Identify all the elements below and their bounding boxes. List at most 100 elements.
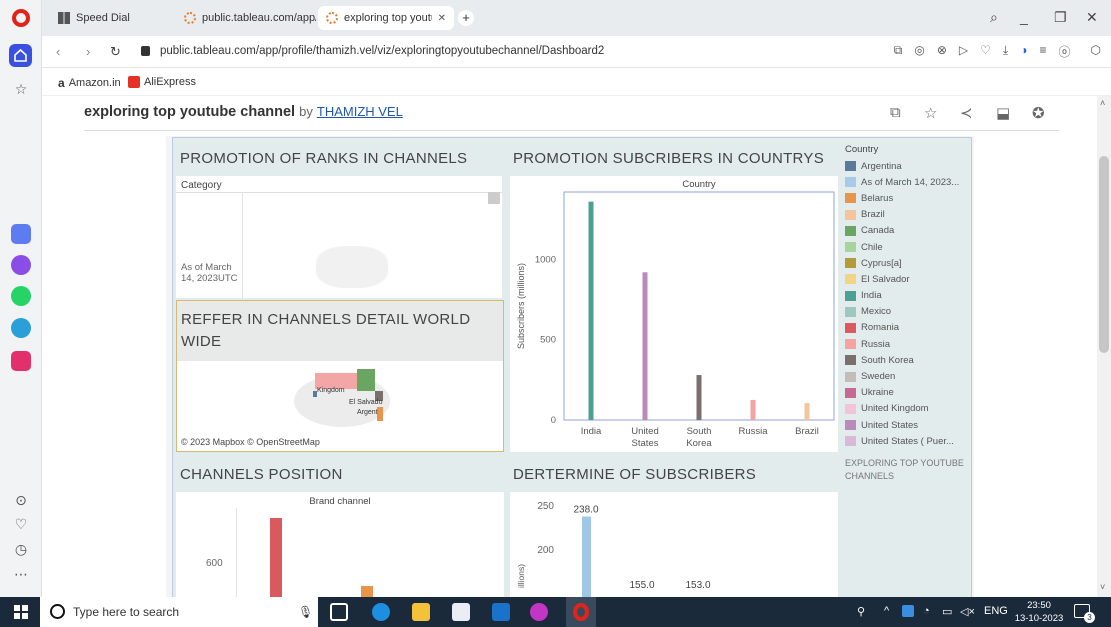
legend-item[interactable]: United Kingdom <box>845 401 971 417</box>
back-icon[interactable]: ‹ <box>56 44 60 59</box>
legend-item[interactable]: India <box>845 288 971 304</box>
tab-tableau-profile[interactable]: public.tableau.com/app/p <box>176 6 316 30</box>
legend-item[interactable]: United States <box>845 417 971 433</box>
bar[interactable] <box>588 201 594 420</box>
edge-icon[interactable] <box>372 603 390 621</box>
legend-item[interactable]: Russia <box>845 336 971 352</box>
wifi-icon[interactable]: ◔ <box>923 605 930 617</box>
tray-chevron-icon[interactable]: ^ <box>884 605 889 617</box>
app-icon[interactable] <box>530 603 548 621</box>
scroll-thumb[interactable] <box>488 192 500 204</box>
position-panel[interactable]: Brand channel 600 <box>176 492 504 597</box>
legend-item[interactable]: Sweden <box>845 368 971 384</box>
author-link[interactable]: THAMIZH VEL <box>317 104 403 119</box>
heart-icon[interactable]: ♡ <box>980 43 991 60</box>
tab-exploring-youtube[interactable]: exploring top youtube ch ✕ <box>318 6 454 30</box>
language-indicator[interactable]: ENG <box>984 605 1008 617</box>
bookmark-amazon[interactable]: a Amazon.in <box>58 76 121 90</box>
history-icon[interactable]: ◷ <box>12 540 30 558</box>
mic-icon[interactable]: 🎙 <box>298 605 313 619</box>
close-window-button[interactable]: ✕ <box>1086 9 1098 26</box>
bar[interactable] <box>642 272 648 420</box>
download-icon[interactable]: ⬓ <box>996 104 1010 122</box>
legend-item[interactable]: El Salvador <box>845 271 971 287</box>
telegram-icon[interactable] <box>11 318 31 338</box>
maximize-button[interactable]: ❐ <box>1054 9 1067 26</box>
refer-map-container[interactable]: REFFER IN CHANNELS DETAIL WORLD WIDE Kin… <box>176 300 504 452</box>
taskbar-search[interactable]: Type here to search 🎙 <box>40 597 318 627</box>
store-icon[interactable] <box>452 603 470 621</box>
bar[interactable] <box>270 518 282 597</box>
clock[interactable]: 23:50 13-10-2023 <box>1014 599 1064 625</box>
bar[interactable] <box>696 375 702 420</box>
search-tabs-icon[interactable]: ⌕ <box>990 9 998 26</box>
favorite-icon[interactable]: ☆ <box>924 104 937 122</box>
extensions-icon[interactable]: ⬡ <box>1091 43 1101 60</box>
legend-item[interactable]: Canada <box>845 223 971 239</box>
aria-icon[interactable] <box>11 224 31 244</box>
battery-icon[interactable]: ▭ <box>942 605 952 618</box>
legend-item[interactable]: Belarus <box>845 190 971 206</box>
bar[interactable] <box>361 586 373 597</box>
profile-icon[interactable]: ⓞ <box>1059 43 1071 60</box>
reload-icon[interactable]: ↻ <box>110 44 121 60</box>
bar[interactable] <box>750 399 756 420</box>
shield-icon[interactable]: ⊗ <box>937 43 947 60</box>
legend-item[interactable]: Romania <box>845 320 971 336</box>
instagram-icon[interactable] <box>11 351 31 371</box>
page-scrollbar[interactable]: ˄ ˅ <box>1097 96 1111 597</box>
send-icon[interactable]: ▷ <box>959 43 968 60</box>
opera-taskbar-button[interactable] <box>566 597 596 627</box>
messenger-icon[interactable] <box>11 255 31 275</box>
badge-icon[interactable]: ✪ <box>1032 104 1045 122</box>
determine-panel[interactable]: 250 200 illions) 238.0 155.0 153.0 <box>510 492 838 597</box>
legend-item[interactable]: Cyprus[a] <box>845 255 971 271</box>
volume-icon[interactable]: ◁× <box>960 605 975 618</box>
mail-icon[interactable] <box>492 603 510 621</box>
notifications-icon[interactable]: 3 <box>1074 604 1095 623</box>
legend-item[interactable]: South Korea <box>845 352 971 368</box>
ranks-panel[interactable]: Category As of March 14, 2023UTC <box>176 176 502 298</box>
close-tab-icon[interactable]: ✕ <box>438 13 446 24</box>
legend-item[interactable]: United States ( Puer... <box>845 433 971 449</box>
legend-item[interactable]: Brazil <box>845 207 971 223</box>
scroll-thumb[interactable] <box>1099 156 1109 353</box>
opera-logo-icon[interactable] <box>12 9 30 27</box>
home-icon[interactable] <box>9 44 32 67</box>
tab-speed-dial[interactable]: Speed Dial <box>50 6 170 30</box>
share-icon[interactable]: ⧉ <box>894 43 903 60</box>
legend-item[interactable]: Mexico <box>845 304 971 320</box>
bookmark-aliexpress[interactable]: AliExpress <box>128 76 196 88</box>
heart-icon[interactable]: ♡ <box>12 515 30 533</box>
copy-icon[interactable]: ⧉ <box>890 104 901 121</box>
share-icon[interactable]: ≺ <box>960 104 973 122</box>
windows-start-icon[interactable] <box>14 605 28 619</box>
legend-item[interactable]: Ukraine <box>845 385 971 401</box>
onedrive-icon[interactable] <box>902 605 914 617</box>
forward-icon[interactable]: › <box>86 44 90 59</box>
scroll-down-icon[interactable]: ˅ <box>1100 582 1105 592</box>
minimize-button[interactable]: _ <box>1020 9 1028 25</box>
legend-item[interactable]: As of March 14, 2023... <box>845 174 971 190</box>
whatsapp-icon[interactable] <box>11 286 31 306</box>
bar[interactable] <box>804 403 810 420</box>
pinboard-icon[interactable]: ☆ <box>12 80 30 98</box>
easy-setup-icon[interactable]: ≡ <box>1039 43 1046 60</box>
scroll-up-icon[interactable]: ˄ <box>1100 98 1105 108</box>
legend-item[interactable]: Chile <box>845 239 971 255</box>
legend-swatch <box>845 371 856 382</box>
player-icon[interactable]: ⊙ <box>12 491 30 509</box>
camera-icon[interactable]: ◎ <box>914 43 924 60</box>
task-view-icon[interactable] <box>330 603 348 621</box>
bar[interactable] <box>582 516 591 597</box>
subscribers-panel[interactable]: Country 0 500 1000 Subscribers (millions) Ind… <box>510 176 838 452</box>
legend-item[interactable]: Argentina <box>845 158 971 174</box>
new-tab-button[interactable]: + <box>458 10 474 26</box>
download-icon[interactable]: ⤓ <box>1003 43 1008 60</box>
people-icon[interactable]: ⚲ <box>857 605 865 618</box>
file-explorer-icon[interactable] <box>412 603 430 621</box>
more-icon[interactable]: ⋯ <box>12 565 30 583</box>
map-panel[interactable]: Kingdom El Salvado Argent © 2023 Mapbox … <box>177 361 503 451</box>
url-field[interactable]: public.tableau.com/app/profile/thamizh.v… <box>160 45 604 57</box>
battery-icon[interactable]: ◑ <box>1020 43 1027 60</box>
